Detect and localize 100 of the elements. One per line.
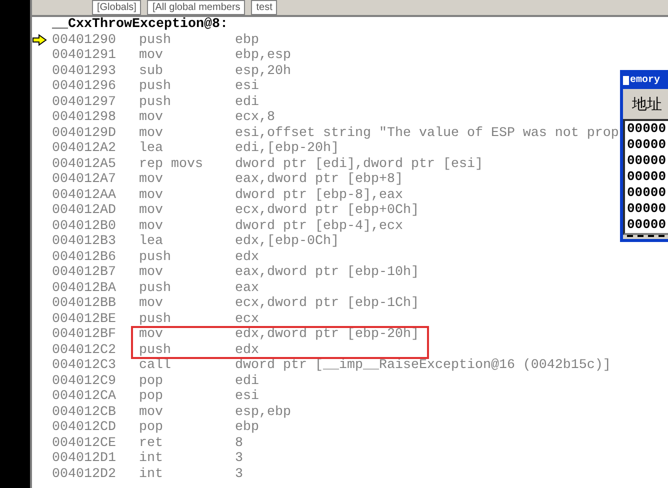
address-text: 004012BB [52, 296, 117, 312]
address-text: 004012A2 [52, 141, 117, 156]
address-text: 004012C3 [52, 358, 117, 374]
mnemonic-text: push [139, 280, 172, 296]
memory-address: 00000 [627, 185, 668, 201]
mnemonic-text: mov [139, 404, 164, 420]
mnemonic-text: mov [139, 172, 164, 188]
mnemonic-text: pop [139, 374, 164, 389]
operand-text: esi,offset string "The value of ESP was not prop [235, 126, 619, 141]
memory-address: 00000 [627, 217, 668, 233]
mnemonic-text: ret [139, 436, 164, 451]
memory-address: 00000 [627, 153, 668, 169]
operand-text: esp,20h [235, 64, 291, 79]
operand-text: edx,dword ptr [ebp-20h] [235, 327, 419, 342]
address-text: 004012BF [52, 327, 117, 342]
memory-address: 00000 [627, 201, 668, 217]
operand-text: esi [235, 79, 259, 94]
mnemonic-text: mov [139, 265, 164, 280]
mnemonic-text: mov [139, 126, 164, 141]
mnemonic-text: sub [139, 64, 164, 79]
address-text: 004012B3 [52, 234, 117, 250]
operand-text: edi [235, 374, 259, 389]
mnemonic-text: mov [139, 188, 164, 203]
operand-text: ebp,esp [235, 48, 291, 64]
window-icon [623, 76, 629, 84]
operand-text: edx,[ebp-0Ch] [235, 234, 339, 250]
mnemonic-text: lea [139, 234, 164, 250]
address-text: 00401290 [52, 32, 117, 48]
mnemonic-text: mov [139, 48, 164, 64]
mnemonic-text: push [139, 312, 172, 327]
address-text: 004012CD [52, 420, 117, 436]
memory-address: 00000 [627, 121, 668, 137]
operand-text: ebp [235, 420, 259, 436]
address-text: 004012A7 [52, 172, 117, 188]
operand-text: 3 [235, 466, 243, 482]
address-text: 004012AD [52, 203, 117, 218]
address-text: 00401293 [52, 64, 117, 79]
address-text: 004012CA [52, 389, 117, 404]
address-text: 00401297 [52, 94, 117, 110]
mnemonic-text: int [139, 451, 164, 466]
dropdown-field[interactable]: test [251, 0, 278, 15]
address-text: 004012CB [52, 404, 117, 420]
operand-text: 3 [235, 451, 243, 466]
address-text: 004012AA [52, 188, 117, 203]
address-text: 004012B7 [52, 265, 117, 280]
mnemonic-text: push [139, 79, 172, 94]
operand-text: 8 [235, 436, 243, 451]
mnemonic-text: push [139, 32, 172, 48]
operand-text: dword ptr [edi],dword ptr [esi] [235, 156, 483, 172]
address-text: 004012B6 [52, 250, 117, 265]
dropdown-field[interactable]: [Globals] [92, 0, 142, 15]
address-text: 004012CE [52, 436, 117, 451]
mnemonic-text: mov [139, 296, 164, 312]
operand-text: dword ptr [__imp__RaiseException@16 (0042b15c)] [235, 358, 611, 374]
operand-text: esp,ebp [235, 404, 291, 420]
mnemonic-text: rep movs [139, 156, 204, 172]
dropdown-field[interactable]: [All global members [147, 0, 246, 15]
mnemonic-text: lea [139, 141, 164, 156]
operand-text: edx [235, 250, 259, 265]
mnemonic-text: int [139, 466, 164, 482]
address-text: 00401296 [52, 79, 117, 94]
function-label: __CxxThrowException@8: [51, 17, 229, 32]
operand-text: ecx,8 [235, 110, 275, 126]
memory-address: 00000 [627, 169, 668, 185]
operand-text: eax,dword ptr [ebp-10h] [235, 265, 419, 280]
operand-text: ecx [235, 312, 259, 327]
operand-text: dword ptr [ebp-8],eax [235, 188, 403, 203]
mnemonic-text: mov [139, 203, 164, 218]
address-text: 004012B0 [52, 218, 117, 234]
address-text: 004012D1 [52, 451, 117, 466]
window-title: emory [630, 74, 660, 86]
address-text: 004012A5 [52, 156, 117, 172]
operand-text: ecx,dword ptr [ebp+0Ch] [235, 203, 419, 218]
mnemonic-text: push [139, 250, 172, 265]
operand-text: dword ptr [ebp-4],ecx [235, 218, 403, 234]
operand-text: eax,dword ptr [ebp+8] [235, 172, 403, 188]
address-text: 00401298 [52, 110, 117, 126]
operand-text: edi,[ebp-20h] [235, 141, 339, 156]
operand-text: ecx,dword ptr [ebp-1Ch] [235, 296, 419, 312]
mnemonic-text: mov [139, 327, 164, 342]
address-text: 004012C2 [52, 342, 117, 358]
mnemonic-text: call [139, 358, 172, 374]
operand-text: ebp [235, 32, 259, 48]
mnemonic-text: mov [139, 218, 164, 234]
address-text: 0040129D [52, 126, 117, 141]
address-text: 004012BE [52, 312, 117, 327]
mnemonic-text: push [139, 94, 172, 110]
address-text: 004012BA [52, 280, 117, 296]
operand-text: edx [235, 342, 259, 358]
mnemonic-text: pop [139, 389, 164, 404]
address-text: 00401291 [52, 48, 117, 64]
operand-text: eax [235, 280, 259, 296]
mnemonic-text: push [139, 342, 172, 358]
operand-text: edi [235, 94, 259, 110]
mnemonic-text: pop [139, 420, 164, 436]
address-text: 004012C9 [52, 374, 117, 389]
address-text: 004012D2 [52, 466, 117, 482]
mnemonic-text: mov [139, 110, 164, 126]
operand-text: esi [235, 389, 259, 404]
memory-address: 00000 [627, 137, 668, 153]
